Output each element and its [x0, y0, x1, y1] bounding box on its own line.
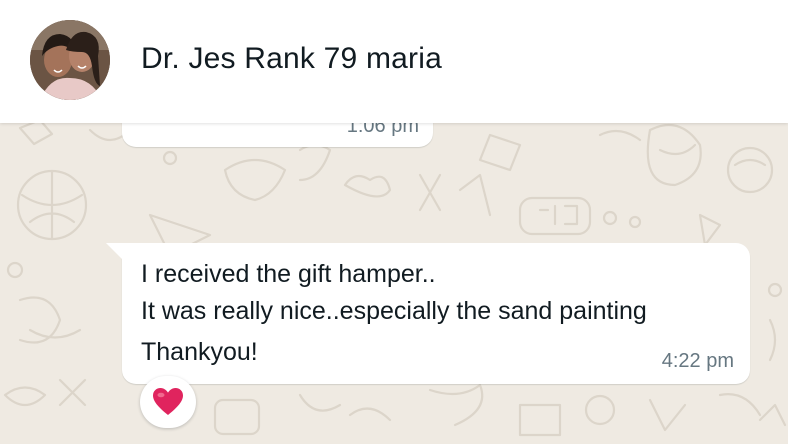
message-text-line: I received the gift hamper..: [141, 260, 436, 288]
contact-avatar[interactable]: [30, 20, 110, 100]
contact-photo-icon: [30, 20, 110, 100]
reaction-badge[interactable]: [140, 376, 196, 428]
red-heart-icon: [153, 388, 183, 415]
chat-header[interactable]: Dr. Jes Rank 79 maria: [0, 0, 788, 123]
message-text-line: Thankyou!: [141, 338, 258, 366]
message-text-line: It was really nice..especially the sand …: [141, 297, 647, 325]
contact-name[interactable]: Dr. Jes Rank 79 maria: [141, 42, 442, 76]
bubble-tail-icon: [106, 243, 124, 261]
message-bubble[interactable]: I received the gift hamper.. It was real…: [106, 243, 750, 384]
message-timestamp: 4:22 pm: [661, 350, 734, 372]
